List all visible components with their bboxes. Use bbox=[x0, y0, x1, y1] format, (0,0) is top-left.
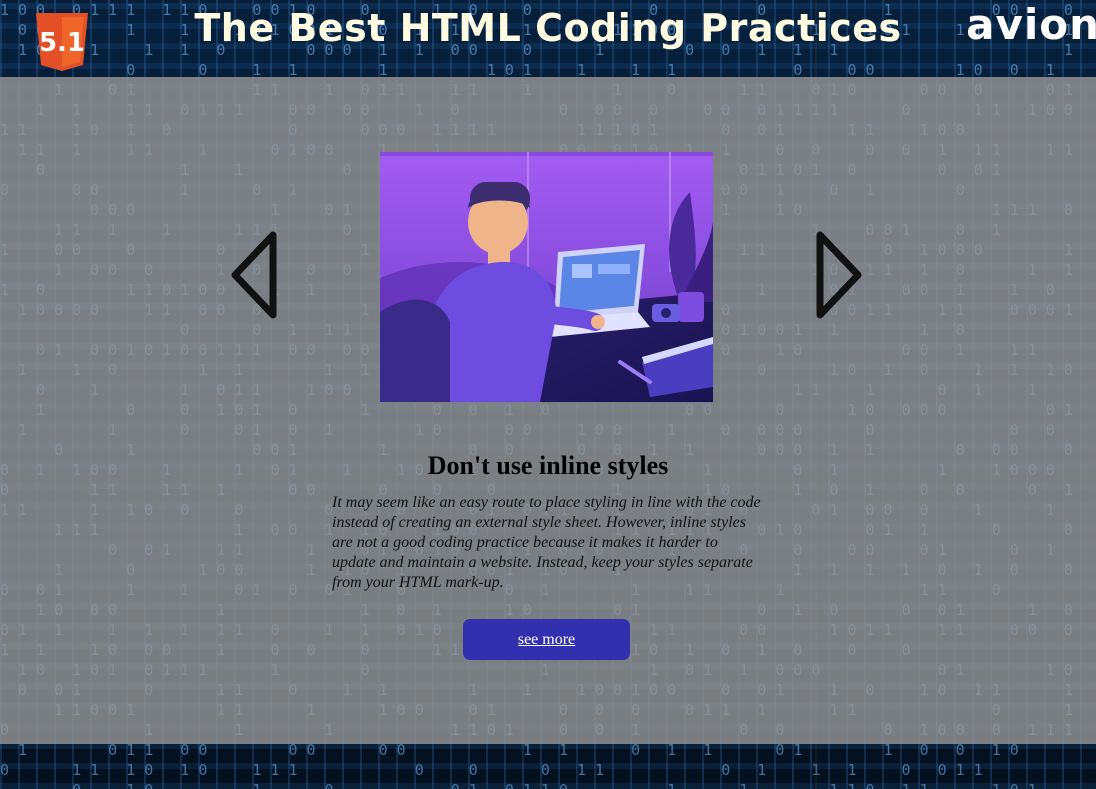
chevron-right-icon bbox=[816, 231, 862, 319]
page-footer bbox=[0, 744, 1096, 789]
brand-logo[interactable]: avion bbox=[966, 0, 1096, 49]
site-header: 5.1 The Best HTML Coding Practices avion bbox=[0, 0, 1096, 77]
chevron-left-icon bbox=[231, 231, 277, 319]
slide-title: Don't use inline styles bbox=[427, 451, 669, 480]
see-more-button[interactable]: see more bbox=[463, 619, 630, 660]
next-slide-button[interactable] bbox=[808, 225, 868, 325]
previous-slide-button[interactable] bbox=[225, 225, 285, 325]
slider-panel: Don't use inline styles It may seem like… bbox=[0, 77, 1096, 744]
site-title: The Best HTML Coding Practices bbox=[194, 6, 902, 50]
slide-description: It may seem like an easy route to place … bbox=[332, 494, 761, 591]
slide-illustration bbox=[380, 152, 713, 402]
